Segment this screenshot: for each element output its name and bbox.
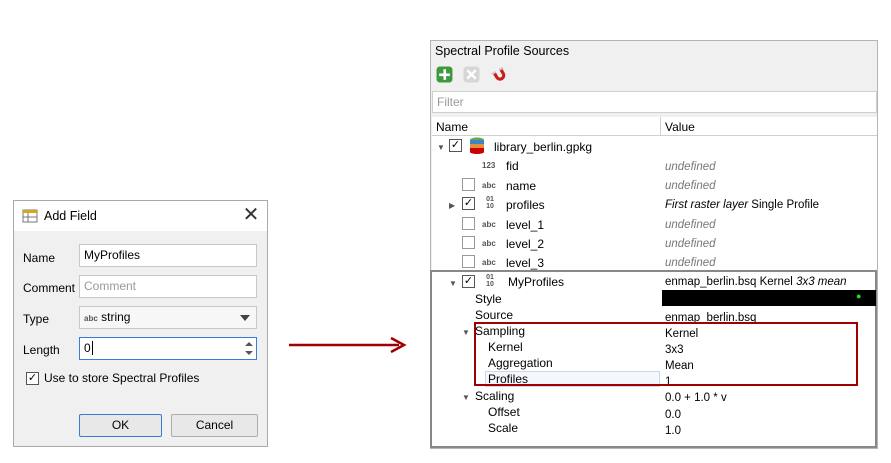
- spin-arrows-icon[interactable]: [244, 340, 254, 357]
- table-field-icon: [22, 209, 38, 223]
- field-value: undefined: [665, 161, 716, 173]
- field-checkbox[interactable]: ✓: [462, 197, 475, 210]
- value-plain: enmap_berlin.bsq Kernel: [665, 276, 793, 288]
- magnet-icon[interactable]: [491, 66, 508, 83]
- remove-icon[interactable]: [463, 66, 480, 83]
- type-select[interactable]: abc string: [79, 306, 257, 329]
- myprofiles-value: enmap_berlin.bsq Kernel 3x3 mean: [665, 276, 847, 288]
- filter-placeholder: Filter: [437, 95, 464, 109]
- field-name[interactable]: level_2: [506, 237, 544, 251]
- add-field-dialog: Add Field ✕ Name MyProfiles Comment Comm…: [13, 200, 268, 447]
- column-value[interactable]: Value: [665, 120, 695, 134]
- filter-input[interactable]: Filter: [432, 91, 877, 113]
- offset-label: Offset: [488, 405, 520, 419]
- string-type-icon: abc: [482, 258, 496, 267]
- scaling-label: Scaling: [475, 389, 515, 403]
- spectral-profiles-label: Use to store Spectral Profiles: [44, 371, 200, 385]
- field-name[interactable]: profiles: [506, 198, 545, 212]
- arrow-right-icon: [289, 336, 407, 354]
- name-value: MyProfiles: [84, 248, 141, 262]
- sampling-highlight-box: [474, 322, 858, 386]
- source-label: Source: [475, 308, 514, 322]
- comment-field[interactable]: Comment: [79, 275, 257, 298]
- chevron-down-icon: [240, 315, 250, 321]
- collapse-triangle-icon[interactable]: ▼: [437, 143, 445, 152]
- value-italic: First raster layer: [665, 199, 749, 211]
- myprofiles-checkbox[interactable]: ✓: [462, 275, 475, 288]
- collapse-triangle-icon[interactable]: ▼: [462, 393, 470, 402]
- field-name: fid: [506, 159, 519, 173]
- string-type-icon: abc: [482, 181, 496, 190]
- scaling-value[interactable]: 0.0 + 1.0 * v: [665, 392, 727, 404]
- library-checkbox[interactable]: ✓: [449, 139, 462, 152]
- length-value: 0: [84, 341, 91, 355]
- field-name[interactable]: level_1: [506, 218, 544, 232]
- comment-label: Comment: [23, 281, 76, 295]
- style-label: Style: [475, 292, 502, 306]
- field-name[interactable]: level_3: [506, 256, 544, 270]
- field-value: undefined: [665, 219, 716, 231]
- library-name[interactable]: library_berlin.gpkg: [494, 140, 592, 154]
- field-value: undefined: [665, 257, 716, 269]
- binary-type-icon: 01 10: [486, 274, 494, 288]
- type-label: Type: [23, 312, 50, 326]
- dialog-title: Add Field: [44, 209, 97, 223]
- name-field[interactable]: MyProfiles: [79, 244, 257, 267]
- field-checkbox[interactable]: [462, 217, 475, 230]
- scale-label: Scale: [488, 421, 519, 435]
- column-name[interactable]: Name: [436, 120, 468, 134]
- style-marker-icon: ●: [856, 291, 862, 301]
- ok-button[interactable]: OK: [79, 414, 162, 437]
- close-icon[interactable]: ✕: [240, 204, 262, 226]
- tree-header: [432, 117, 877, 136]
- name-label: Name: [23, 251, 56, 265]
- type-value: string: [101, 310, 131, 324]
- database-icon: [470, 137, 484, 154]
- field-checkbox[interactable]: [462, 178, 475, 191]
- cancel-button[interactable]: Cancel: [171, 414, 258, 437]
- expand-triangle-icon[interactable]: ▶: [449, 201, 455, 210]
- column-divider: [660, 117, 661, 136]
- panel-title: Spectral Profile Sources: [435, 44, 570, 58]
- collapse-triangle-icon[interactable]: ▼: [449, 279, 457, 288]
- length-label: Length: [23, 343, 60, 357]
- string-type-icon: abc: [482, 220, 496, 229]
- style-swatch[interactable]: ●: [662, 290, 876, 306]
- field-value: undefined: [665, 238, 716, 250]
- binary-type-icon: 01 10: [486, 196, 494, 210]
- scale-value[interactable]: 1.0: [665, 425, 681, 437]
- field-checkbox[interactable]: [462, 236, 475, 249]
- spectral-profiles-checkbox[interactable]: ✓: [26, 372, 39, 385]
- value-italic: 3x3 mean: [796, 276, 847, 288]
- field-checkbox[interactable]: [462, 255, 475, 268]
- collapse-triangle-icon[interactable]: ▼: [462, 328, 470, 337]
- string-type-icon: abc: [84, 314, 98, 323]
- myprofiles-name[interactable]: MyProfiles: [508, 275, 564, 289]
- add-icon[interactable]: [436, 66, 453, 83]
- field-value: undefined: [665, 180, 716, 192]
- field-value: First raster layer Single Profile: [665, 199, 819, 211]
- integer-type-icon: 123: [482, 161, 496, 170]
- length-stepper[interactable]: 0: [79, 337, 257, 360]
- offset-value[interactable]: 0.0: [665, 409, 681, 421]
- comment-placeholder: Comment: [84, 279, 137, 293]
- value-plain: Single Profile: [751, 199, 820, 211]
- string-type-icon: abc: [482, 239, 496, 248]
- field-name[interactable]: name: [506, 179, 536, 193]
